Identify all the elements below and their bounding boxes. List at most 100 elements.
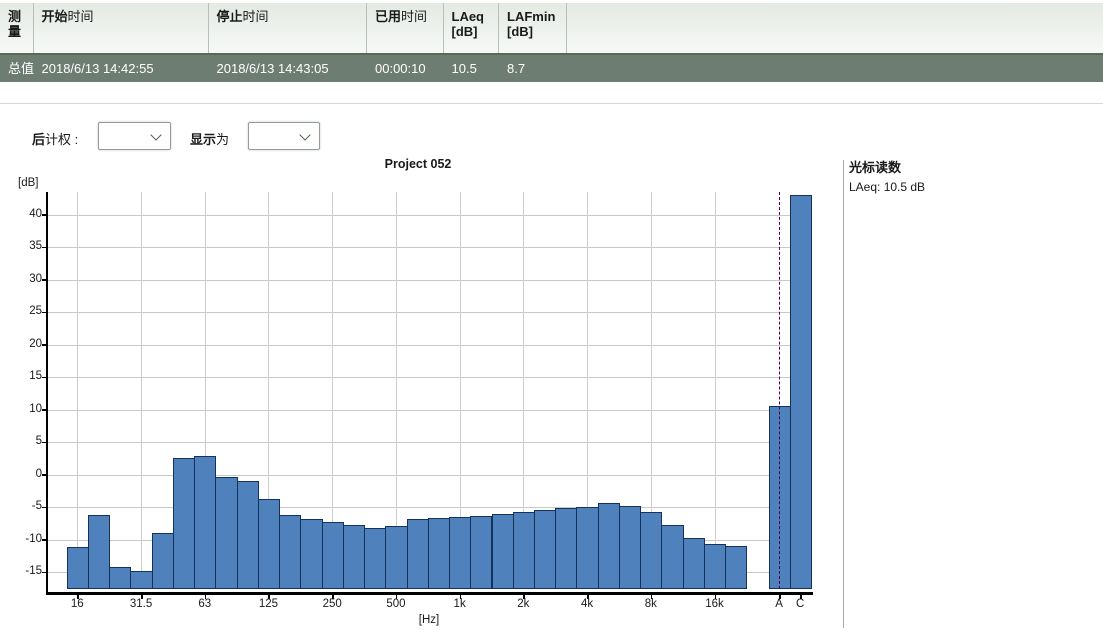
cursor-readout-panel: 光标读数 LAeq: 10.5 dB bbox=[849, 157, 925, 194]
controls-bar: 后计权 : 显示为 bbox=[0, 122, 843, 152]
total-value-row[interactable]: 总值 2018/6/13 14:42:55 2018/6/13 14:43:05… bbox=[0, 53, 1103, 82]
y-axis-tick bbox=[42, 279, 47, 281]
spectrum-bar-1.25k[interactable] bbox=[470, 516, 492, 589]
horizontal-gridline bbox=[48, 345, 811, 346]
y-axis-tick bbox=[42, 377, 47, 379]
cursor-readout-title: 光标读数 bbox=[849, 157, 925, 176]
x-axis-tick-label: 8k bbox=[645, 598, 657, 610]
spectrum-bar-3.15k[interactable] bbox=[555, 508, 577, 589]
spectrum-chart: Project 052 [dB] [Hz] 4035302520151050-5… bbox=[0, 155, 843, 637]
separator-line bbox=[0, 103, 1103, 104]
horizontal-gridline bbox=[48, 475, 811, 476]
y-axis-tick-label: 30 bbox=[8, 273, 42, 285]
spectrum-bar-2k[interactable] bbox=[513, 512, 535, 589]
x-axis-tick-label: C bbox=[796, 598, 804, 610]
y-axis-tick-label: 10 bbox=[8, 403, 42, 415]
spectrum-bar-50[interactable] bbox=[173, 458, 195, 589]
row-label: 总值 bbox=[0, 55, 34, 82]
spectrum-bar-160[interactable] bbox=[279, 515, 301, 589]
vertical-gridline bbox=[715, 192, 716, 589]
y-axis-tick bbox=[42, 312, 47, 314]
spectrum-bar-31.5[interactable] bbox=[130, 571, 152, 589]
header-measurement: 测量 bbox=[0, 3, 34, 53]
spectrum-bar-315[interactable] bbox=[343, 525, 365, 589]
y-axis-tick bbox=[42, 214, 47, 216]
x-axis-tick-label: 500 bbox=[386, 598, 405, 610]
spectrum-bar-5k[interactable] bbox=[598, 503, 620, 589]
spectrum-bar-25[interactable] bbox=[109, 567, 131, 589]
y-axis-tick bbox=[42, 247, 47, 249]
header-start-time: 开始时间 bbox=[34, 3, 209, 53]
y-axis-unit-label: [dB] bbox=[18, 177, 38, 189]
spectrum-bar-20k[interactable] bbox=[725, 546, 747, 589]
measurement-table: 测量 开始时间 停止时间 已用时间 LAeq[dB] LAFmin[dB] 总值… bbox=[0, 3, 1103, 82]
start-time-value: 2018/6/13 14:42:55 bbox=[34, 55, 209, 82]
header-stop-time: 停止时间 bbox=[209, 3, 368, 53]
horizontal-gridline bbox=[48, 507, 811, 508]
spectrum-bar-4k[interactable] bbox=[576, 507, 598, 589]
chart-title: Project 052 bbox=[385, 157, 452, 171]
spectrum-bar-40[interactable] bbox=[152, 533, 174, 589]
x-axis-tick-label: 1k bbox=[454, 598, 466, 610]
x-axis-tick-label: 31.5 bbox=[130, 598, 152, 610]
spectrum-bar-20[interactable] bbox=[88, 515, 110, 589]
y-axis-tick bbox=[42, 409, 47, 411]
laeq-value: 10.5 bbox=[444, 55, 500, 82]
y-axis-tick-label: -15 bbox=[8, 565, 42, 577]
vertical-gridline bbox=[77, 192, 78, 589]
spectrum-bar-100[interactable] bbox=[237, 481, 259, 589]
horizontal-gridline bbox=[48, 215, 811, 216]
y-axis-tick-label: 25 bbox=[8, 305, 42, 317]
post-weighting-dropdown[interactable] bbox=[98, 122, 171, 150]
spectrum-bar-63[interactable] bbox=[194, 456, 216, 589]
horizontal-gridline bbox=[48, 312, 811, 313]
header-filler bbox=[567, 3, 1103, 53]
spectrum-bar-400[interactable] bbox=[364, 528, 386, 589]
cursor-laeq-reading: LAeq: 10.5 dB bbox=[849, 180, 925, 194]
display-as-label: 显示为 bbox=[190, 129, 229, 148]
y-axis-tick-label: -10 bbox=[8, 533, 42, 545]
spectrum-bar-16k[interactable] bbox=[704, 544, 726, 589]
lafmin-value: 8.7 bbox=[499, 55, 567, 82]
spectrum-bar-6.3k[interactable] bbox=[619, 506, 641, 589]
spectrum-bar-800[interactable] bbox=[428, 518, 450, 589]
cursor-line[interactable] bbox=[779, 192, 780, 589]
spectrum-bar-630[interactable] bbox=[407, 519, 429, 589]
y-axis-tick-label: 15 bbox=[8, 370, 42, 382]
horizontal-gridline bbox=[48, 280, 811, 281]
x-axis-tick-label: A bbox=[775, 598, 783, 610]
spectrum-bar-12.5k[interactable] bbox=[683, 538, 705, 589]
y-axis-tick-label: 20 bbox=[8, 338, 42, 350]
spectrum-bar-80[interactable] bbox=[215, 477, 237, 589]
x-axis-tick-label: 125 bbox=[259, 598, 278, 610]
header-lafmin: LAFmin[dB] bbox=[499, 3, 567, 53]
spectrum-bar-1.6k[interactable] bbox=[492, 514, 514, 589]
c-weighted-bar[interactable] bbox=[790, 195, 812, 589]
table-header-row: 测量 开始时间 停止时间 已用时间 LAeq[dB] LAFmin[dB] bbox=[0, 3, 1103, 53]
chevron-down-icon bbox=[150, 129, 161, 140]
panel-divider bbox=[843, 160, 844, 628]
y-axis-tick-label: 40 bbox=[8, 208, 42, 220]
spectrum-bar-16[interactable] bbox=[67, 547, 89, 589]
y-axis-tick bbox=[42, 442, 47, 444]
spectrum-bar-8k[interactable] bbox=[640, 512, 662, 589]
x-axis-unit-label: [Hz] bbox=[419, 614, 439, 626]
spectrum-bar-200[interactable] bbox=[300, 519, 322, 589]
y-axis-tick bbox=[42, 507, 47, 509]
plot-area[interactable] bbox=[48, 192, 813, 589]
spectrum-bar-1k[interactable] bbox=[449, 517, 471, 589]
display-as-dropdown[interactable] bbox=[248, 122, 320, 150]
y-axis-tick bbox=[42, 539, 47, 541]
x-axis-tick-label: 250 bbox=[323, 598, 342, 610]
spectrum-bar-2.5k[interactable] bbox=[534, 510, 556, 589]
y-axis-tick bbox=[42, 344, 47, 346]
vertical-gridline bbox=[141, 192, 142, 589]
spectrum-bar-10k[interactable] bbox=[661, 525, 683, 589]
spectrum-bar-250[interactable] bbox=[322, 522, 344, 589]
spectrum-bar-125[interactable] bbox=[258, 499, 280, 589]
elapsed-time-value: 00:00:10 bbox=[367, 55, 444, 82]
spectrum-bar-500[interactable] bbox=[385, 526, 407, 589]
y-axis-tick-label: -5 bbox=[8, 500, 42, 512]
y-axis-tick-label: 0 bbox=[8, 468, 42, 480]
x-axis-tick-label: 16 bbox=[71, 598, 84, 610]
